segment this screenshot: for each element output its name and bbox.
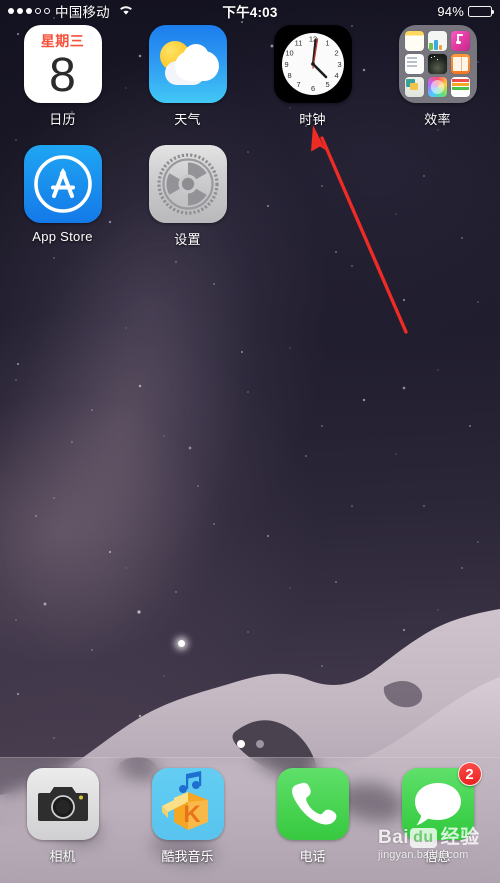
svg-text:8: 8 [287, 71, 291, 80]
app-label-appstore: App Store [32, 229, 93, 244]
mini-icon-keynote [427, 31, 448, 51]
camera-icon[interactable] [26, 768, 99, 840]
app-icon-appstore[interactable]: App Store [0, 145, 125, 265]
app-slot-empty-1 [250, 145, 375, 265]
app-icon-calendar[interactable]: 星期三 8 日历 [0, 25, 125, 145]
app-icon-weather[interactable]: 天气 [125, 25, 250, 145]
mini-icon-photos [427, 77, 448, 97]
svg-text:2: 2 [334, 49, 338, 58]
mini-icon-ibooks [450, 54, 471, 74]
svg-text:1: 1 [325, 39, 329, 48]
app-grid: 星期三 8 日历 天气 12 1 2 3 4 5 6 7 8 9 10 11 时… [0, 25, 500, 265]
page-dot-2[interactable] [255, 740, 264, 748]
carrier-name: 中国移动 [55, 5, 110, 20]
svg-text:6: 6 [310, 84, 314, 93]
app-label-folder: 效率 [424, 112, 451, 127]
dock-label-camera: 相机 [49, 849, 76, 864]
app-label-settings: 设置 [174, 232, 201, 247]
page-dot-1[interactable] [236, 740, 245, 748]
mini-icon-nightsky [427, 54, 448, 74]
mini-icon-lists [450, 77, 471, 97]
kuwo-music-icon[interactable]: K [151, 768, 224, 840]
cloud-body-shape [174, 51, 219, 81]
calendar-weekday: 星期三 [40, 33, 85, 49]
svg-text:10: 10 [285, 49, 293, 58]
svg-text:3: 3 [337, 60, 341, 69]
svg-text:11: 11 [294, 39, 302, 48]
calendar-icon[interactable]: 星期三 8 [23, 25, 102, 103]
dock-label-phone: 电话 [299, 849, 326, 864]
app-row-1: 星期三 8 日历 天气 12 1 2 3 4 5 6 7 8 9 10 11 时… [0, 25, 500, 145]
app-label-calendar: 日历 [49, 112, 76, 127]
badge-messages: 2 [457, 762, 482, 786]
app-label-clock: 时钟 [299, 112, 326, 127]
dock-label-messages: 信息 [424, 849, 451, 864]
clock-icon[interactable]: 12 1 2 3 4 5 6 7 8 9 10 11 [273, 25, 352, 103]
mini-icon-music [450, 31, 471, 51]
svg-text:9: 9 [284, 60, 288, 69]
wifi-icon [118, 4, 134, 19]
app-icon-settings[interactable]: 设置 [125, 145, 250, 265]
svg-text:7: 7 [296, 80, 300, 89]
phone-icon[interactable] [276, 768, 349, 840]
dock-item-phone[interactable]: 电话 [250, 768, 375, 865]
svg-text:K: K [183, 801, 201, 828]
weather-icon[interactable] [148, 25, 227, 103]
folder-icon[interactable] [398, 25, 477, 103]
dock-label-kuwo-music: 酷我音乐 [161, 849, 214, 864]
calendar-day: 8 [49, 49, 76, 102]
battery-icon [468, 5, 495, 17]
status-bar-left: 中国移动 [8, 1, 437, 21]
dock-item-kuwo-music[interactable]: K 酷我音乐 [125, 768, 250, 865]
mini-icon-notes [404, 31, 425, 51]
app-row-2: App Store 设置 [0, 145, 500, 265]
messages-icon[interactable]: 2 [401, 762, 482, 840]
iphone-home-screen: 中国移动 下午4:03 94% 星期三 8 日历 天气 12 1 2 3 4 5… [0, 0, 500, 883]
signal-strength-icon [8, 8, 50, 14]
page-indicator[interactable] [0, 740, 500, 748]
mini-icon-reminders [404, 54, 425, 74]
settings-icon[interactable] [148, 145, 227, 223]
mini-icon-mail [404, 77, 425, 97]
battery-percentage: 94% [437, 3, 464, 19]
app-label-weather: 天气 [174, 112, 201, 127]
svg-text:4: 4 [334, 71, 338, 80]
dock: 相机 K 酷我音乐 电话 2 信息 [0, 757, 500, 883]
dock-item-camera[interactable]: 相机 [0, 768, 125, 865]
dock-item-messages[interactable]: 2 信息 [375, 762, 500, 865]
status-bar-right: 94% [437, 3, 495, 19]
appstore-icon[interactable] [23, 145, 102, 223]
app-folder-productivity[interactable]: 效率 [375, 25, 500, 145]
status-bar: 中国移动 下午4:03 94% [0, 0, 500, 22]
app-icon-clock[interactable]: 12 1 2 3 4 5 6 7 8 9 10 11 时钟 [250, 25, 375, 145]
app-slot-empty-2 [375, 145, 500, 265]
svg-text:5: 5 [325, 80, 329, 89]
